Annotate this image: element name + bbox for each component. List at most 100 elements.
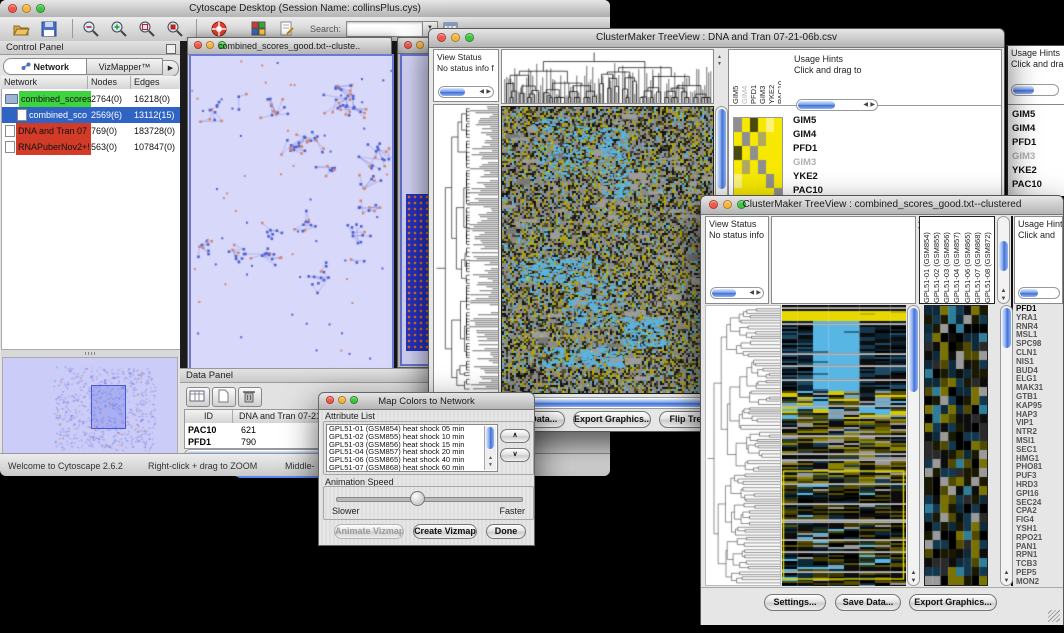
- gene-label[interactable]: GIM3: [793, 156, 823, 170]
- new-attribute-button[interactable]: [212, 387, 236, 407]
- gene-tree-panel[interactable]: [705, 305, 781, 586]
- attr-row-id[interactable]: PAC10: [188, 425, 216, 435]
- gene-label[interactable]: GIM5: [793, 114, 823, 128]
- attribute-item[interactable]: GPL51-07 (GSM868) heat shock 60 min: [329, 464, 497, 472]
- minimize-icon[interactable]: [338, 396, 346, 404]
- gene-label[interactable]: PFD1: [793, 142, 823, 156]
- birdseye-view[interactable]: [2, 357, 178, 455]
- zoom-in-button[interactable]: [110, 20, 128, 43]
- speed-slider-thumb[interactable]: [410, 491, 425, 506]
- gene-label[interactable]: GIM3: [1012, 150, 1042, 164]
- attribute-listbox[interactable]: GPL51-01 (GSM854) heat shock 05 minGPL51…: [326, 424, 498, 472]
- network-row[interactable]: RNAPuberNov2+! 563(0) 107847(0): [2, 139, 180, 155]
- cytoscape-titlebar[interactable]: Cytoscape Desktop (Session Name: collins…: [0, 0, 610, 18]
- tab-network[interactable]: Network: [3, 58, 87, 75]
- array-tree-panel[interactable]: [501, 49, 714, 104]
- control-panel-title: Control Panel: [6, 42, 64, 53]
- zoom-out-button[interactable]: [82, 20, 100, 43]
- status-scrollbar[interactable]: ◀▶: [710, 287, 764, 299]
- move-up-button[interactable]: ∧: [500, 429, 530, 443]
- zoom-fit-button[interactable]: [166, 20, 184, 43]
- usage-hints-text: Click and: [1015, 230, 1062, 241]
- network-view-window-1[interactable]: combined_scores_good.txt--cluste...: [187, 37, 392, 370]
- gene-label[interactable]: GIM5: [1012, 108, 1042, 122]
- export-graphics-button[interactable]: Export Graphics...: [909, 594, 997, 611]
- network-list: combined_scores 2764(0) 16218(0) combine…: [1, 89, 181, 350]
- move-down-button[interactable]: ∨: [500, 448, 530, 462]
- rotated-array-labels: GPL51-01 (GSM854)GPL51-02 (GSM855)GPL51-…: [922, 219, 992, 303]
- zoom-heatmap[interactable]: [733, 117, 783, 203]
- speed-slider-track[interactable]: [336, 497, 523, 502]
- gene-label[interactable]: YKE2: [1012, 164, 1042, 178]
- attr-row-id[interactable]: PFD1: [188, 437, 211, 447]
- settings-button[interactable]: Settings...: [764, 594, 826, 611]
- animate-vizmap-button[interactable]: Animate Vizmap: [334, 524, 404, 539]
- close-icon[interactable]: [194, 41, 202, 49]
- view-status-title: View Status: [706, 217, 768, 230]
- column-header-nodes[interactable]: Nodes: [88, 76, 131, 89]
- create-vizmap-button[interactable]: Create Vizmap: [413, 524, 477, 539]
- zoom-selected-button[interactable]: [138, 20, 156, 43]
- hints-scrollbar[interactable]: [1018, 287, 1060, 299]
- attr-col-id[interactable]: ID: [185, 410, 233, 423]
- search-input[interactable]: [346, 21, 424, 37]
- scrollbar-thumb[interactable]: [486, 427, 494, 449]
- network-row-selected[interactable]: combined_sco 2569(6) 13112(15): [2, 107, 180, 123]
- delete-attribute-button[interactable]: [238, 387, 262, 407]
- export-graphics-button[interactable]: Export Graphics...: [573, 411, 651, 428]
- gene-tree-panel[interactable]: [433, 104, 499, 394]
- network-name: combined_sco: [29, 107, 89, 123]
- column-header-network[interactable]: Network: [1, 76, 88, 89]
- attr-row-value[interactable]: 790: [241, 437, 256, 447]
- tab-overflow-arrow[interactable]: ▶: [163, 60, 179, 77]
- network-canvas-1[interactable]: [189, 54, 394, 372]
- scroll-up-arrow[interactable]: ▲: [488, 456, 493, 461]
- data-panel-title: Data Panel: [186, 370, 233, 381]
- done-button[interactable]: Done: [486, 524, 526, 539]
- scroll-down-arrow[interactable]: ▼: [717, 62, 722, 67]
- array-label: GIM5: [731, 52, 740, 104]
- minimize-icon[interactable]: [206, 41, 214, 49]
- minimize-icon[interactable]: [416, 41, 424, 49]
- attribute-select-button[interactable]: [186, 387, 210, 407]
- genes-vscrollbar[interactable]: ▲▼: [1000, 305, 1013, 586]
- save-data-button[interactable]: Save Data...: [835, 594, 901, 611]
- zoomview-hscrollbar[interactable]: ◀▶: [796, 99, 878, 111]
- scroll-down-arrow[interactable]: ▼: [488, 463, 493, 468]
- desktop: Cytoscape Desktop (Session Name: collins…: [0, 0, 1064, 633]
- heatmap-panel[interactable]: [782, 305, 906, 586]
- heatmap-panel[interactable]: [501, 106, 714, 394]
- network-row[interactable]: DNA and Tran 07 769(0) 183728(0): [2, 123, 180, 139]
- array-label: GPL51-04 (GSM857): [952, 219, 961, 303]
- labels-vscrollbar[interactable]: ▲▼: [997, 216, 1010, 304]
- gene-label[interactable]: MON2: [1016, 578, 1064, 586]
- array-label: GPL51-08 (GSM872): [983, 219, 992, 303]
- gene-label[interactable]: YKE2: [793, 170, 823, 184]
- close-icon[interactable]: [404, 41, 412, 49]
- heatmap-vscrollbar[interactable]: ▲▼: [907, 305, 920, 586]
- close-icon[interactable]: [437, 33, 446, 42]
- gene-label[interactable]: PFD1: [1012, 136, 1042, 150]
- status-scrollbar[interactable]: ◀▶: [438, 86, 494, 98]
- tab-vizmapper[interactable]: VizMapper™: [87, 58, 163, 75]
- column-header-edges[interactable]: Edges: [131, 76, 179, 89]
- listbox-vscrollbar[interactable]: ▲ ▼: [484, 426, 496, 470]
- close-icon[interactable]: [8, 4, 17, 13]
- splitter-handle: [85, 352, 95, 355]
- zoom-heatmap[interactable]: [924, 305, 988, 586]
- gene-label[interactable]: GIM4: [1012, 122, 1042, 136]
- hints-scrollbar[interactable]: [1011, 84, 1059, 96]
- save-session-button[interactable]: [40, 20, 58, 43]
- scroll-up-arrow[interactable]: ▲: [717, 55, 722, 60]
- resize-grip[interactable]: [1048, 610, 1060, 622]
- close-icon[interactable]: [709, 200, 718, 209]
- close-icon[interactable]: [326, 396, 334, 404]
- birdseye-viewport-rect[interactable]: [91, 385, 126, 429]
- float-panel-icon[interactable]: [166, 44, 176, 54]
- open-file-button[interactable]: [12, 20, 30, 43]
- array-tree-panel[interactable]: [771, 216, 916, 304]
- attr-row-value[interactable]: 621: [241, 425, 256, 435]
- gene-label[interactable]: GIM4: [793, 128, 823, 142]
- network-row[interactable]: combined_scores 2764(0) 16218(0): [2, 91, 180, 107]
- gene-label[interactable]: PAC10: [1012, 178, 1042, 192]
